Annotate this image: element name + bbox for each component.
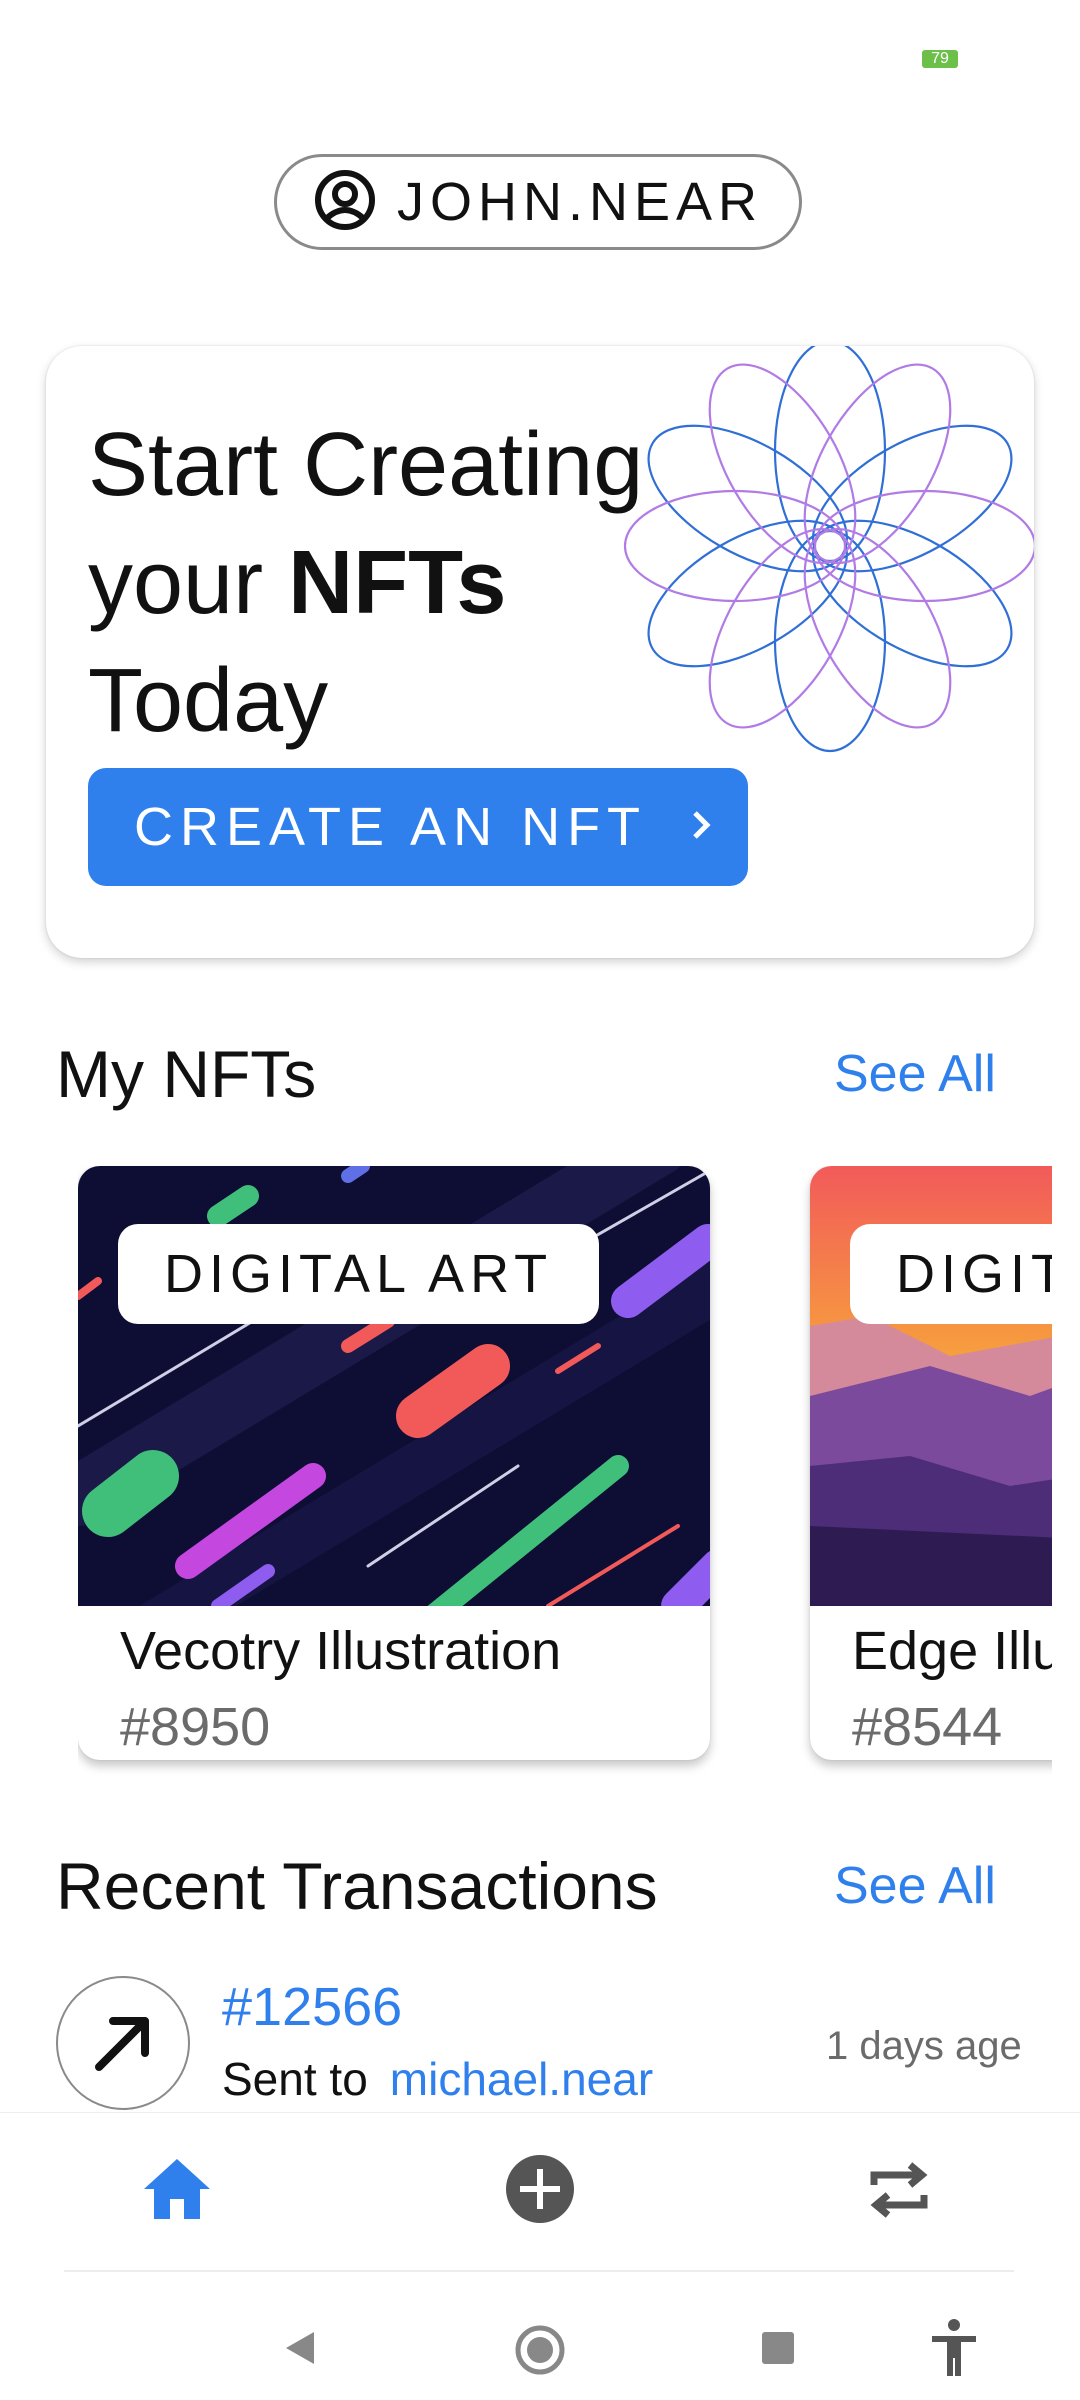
recents-icon[interactable] [760,2330,796,2371]
account-pill[interactable]: JOHN.NEAR [274,154,802,250]
my-nfts-title: My NFTs [56,1037,317,1111]
battery-icon: 79 [922,50,958,68]
nft-name: Edge Illustration [852,1621,1052,1681]
hero-title-bold: NFTs [288,533,507,633]
nft-id: #8544 [852,1697,1003,1757]
nft-category-tag: DIGITAL ART [850,1224,1052,1324]
transaction-description: Sent to michael.near [222,2052,653,2106]
add-circle-icon[interactable] [504,2153,576,2230]
nft-card[interactable]: DIGITAL ART Edge Illustration #8544 [810,1166,1052,1760]
home-icon[interactable] [142,2157,212,2226]
system-navigation-bar [0,2272,1080,2400]
recent-transactions-see-all-link[interactable]: See All [834,1856,996,1916]
nft-carousel[interactable]: DIGITAL ART Vecotry Illustration #8950 D… [78,1166,1052,1786]
back-icon[interactable] [280,2328,320,2373]
account-name: JOHN.NEAR [396,172,764,232]
recent-transactions-title: Recent Transactions [56,1849,658,1923]
chevron-right-icon [687,796,717,858]
arrow-up-right-icon [56,1976,190,2110]
transaction-action: Sent to [222,2053,368,2105]
create-nft-button-label: CREATE AN NFT [134,797,648,857]
create-nft-card: Start Creating your NFTs Today CREATE AN… [46,346,1034,958]
home-circle-icon[interactable] [514,2324,566,2381]
nft-category-tag: DIGITAL ART [118,1224,600,1324]
transaction-recipient[interactable]: michael.near [390,2053,653,2105]
transaction-id[interactable]: #12566 [222,1976,402,2038]
hero-title-line3: Today [88,651,329,751]
account-circle-icon [313,168,377,237]
create-nft-button[interactable]: CREATE AN NFT [88,768,748,886]
bottom-navigation [0,2112,1080,2273]
nft-name: Vecotry Illustration [120,1621,562,1681]
nft-id: #8950 [120,1697,271,1757]
transaction-time: 1 days age [826,2024,1022,2068]
accessibility-icon[interactable] [928,2318,980,2383]
swap-icon[interactable] [866,2157,932,2228]
hero-title-line1: Start Creating [88,415,644,515]
my-nfts-see-all-link[interactable]: See All [834,1044,996,1104]
hero-title: Start Creating your NFTs Today [88,406,643,760]
hero-title-line2: your NFTs [88,524,643,642]
hero-title-prefix: your [88,533,264,633]
nft-card[interactable]: DIGITAL ART Vecotry Illustration #8950 [78,1166,710,1760]
